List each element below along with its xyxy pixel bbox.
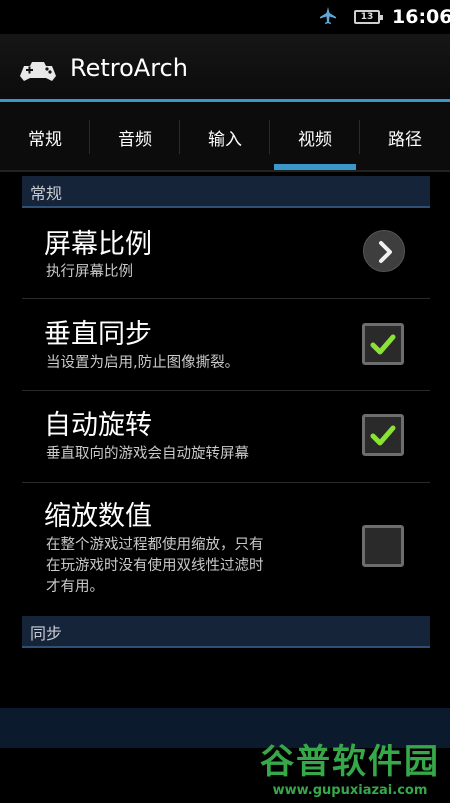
pref-title: 屏幕比例	[44, 229, 152, 260]
pref-summary: 垂直取向的游戏会自动旋转屏幕	[46, 446, 249, 462]
airplane-icon	[320, 7, 336, 24]
list-divider	[22, 390, 430, 391]
watermark-url: www.gupuxiazai.com	[272, 783, 428, 798]
pref-summary: 在整个游戏过程都使用缩放，只有 在玩游戏时没有使用双线性过滤时 才有用。	[46, 535, 356, 598]
tab-general[interactable]: 常规	[0, 102, 90, 172]
tab-label: 视频	[298, 129, 332, 150]
list-divider	[22, 298, 430, 299]
section-title: 常规	[30, 184, 63, 203]
vsync-checkbox[interactable]	[362, 323, 404, 365]
gamepad-icon	[20, 62, 56, 81]
tab-label: 常规	[28, 129, 62, 150]
tab-paths[interactable]: 路径	[360, 102, 450, 172]
scaling-checkbox[interactable]	[362, 525, 404, 567]
tab-label: 音频	[118, 129, 152, 150]
pref-summary: 执行屏幕比例	[46, 264, 133, 280]
chevron-right-icon[interactable]	[363, 230, 405, 272]
pref-summary-line: 才有用。	[46, 579, 104, 595]
pref-summary: 当设置为启用,防止图像撕裂。	[46, 355, 240, 371]
tab-input[interactable]: 输入	[180, 102, 270, 172]
check-icon	[370, 425, 396, 446]
action-bar: RetroArch	[0, 34, 450, 101]
section-title: 同步	[30, 624, 63, 643]
section-header-sync: 同步	[22, 616, 430, 648]
status-bar: 13 16:06	[0, 0, 450, 34]
auto-rotate-checkbox[interactable]	[362, 414, 404, 456]
battery-icon: 13	[354, 10, 383, 24]
check-icon	[370, 334, 396, 355]
pref-title: 缩放数值	[44, 501, 152, 532]
tab-label: 路径	[388, 129, 422, 150]
tab-label: 输入	[208, 129, 242, 150]
pref-title: 自动旋转	[44, 410, 152, 441]
status-time: 16:06	[392, 6, 450, 28]
list-divider	[22, 482, 430, 483]
pref-title: 垂直同步	[44, 319, 152, 350]
battery-label: 13	[360, 12, 374, 22]
app-title: RetroArch	[70, 54, 188, 82]
tab-video[interactable]: 视频	[270, 102, 360, 172]
pref-summary-line: 在玩游戏时没有使用双线性过滤时	[46, 558, 264, 574]
watermark-logo: 谷普软件园 www.gupuxiazai.com	[260, 734, 440, 798]
watermark-text: 谷普软件园	[260, 742, 440, 782]
tab-bar: 常规 音频 输入 视频 路径	[0, 102, 450, 172]
pref-summary-line: 在整个游戏过程都使用缩放，只有	[46, 537, 264, 553]
section-header-general: 常规	[22, 176, 430, 208]
tabs-divider	[0, 170, 450, 172]
tab-audio[interactable]: 音频	[90, 102, 180, 172]
